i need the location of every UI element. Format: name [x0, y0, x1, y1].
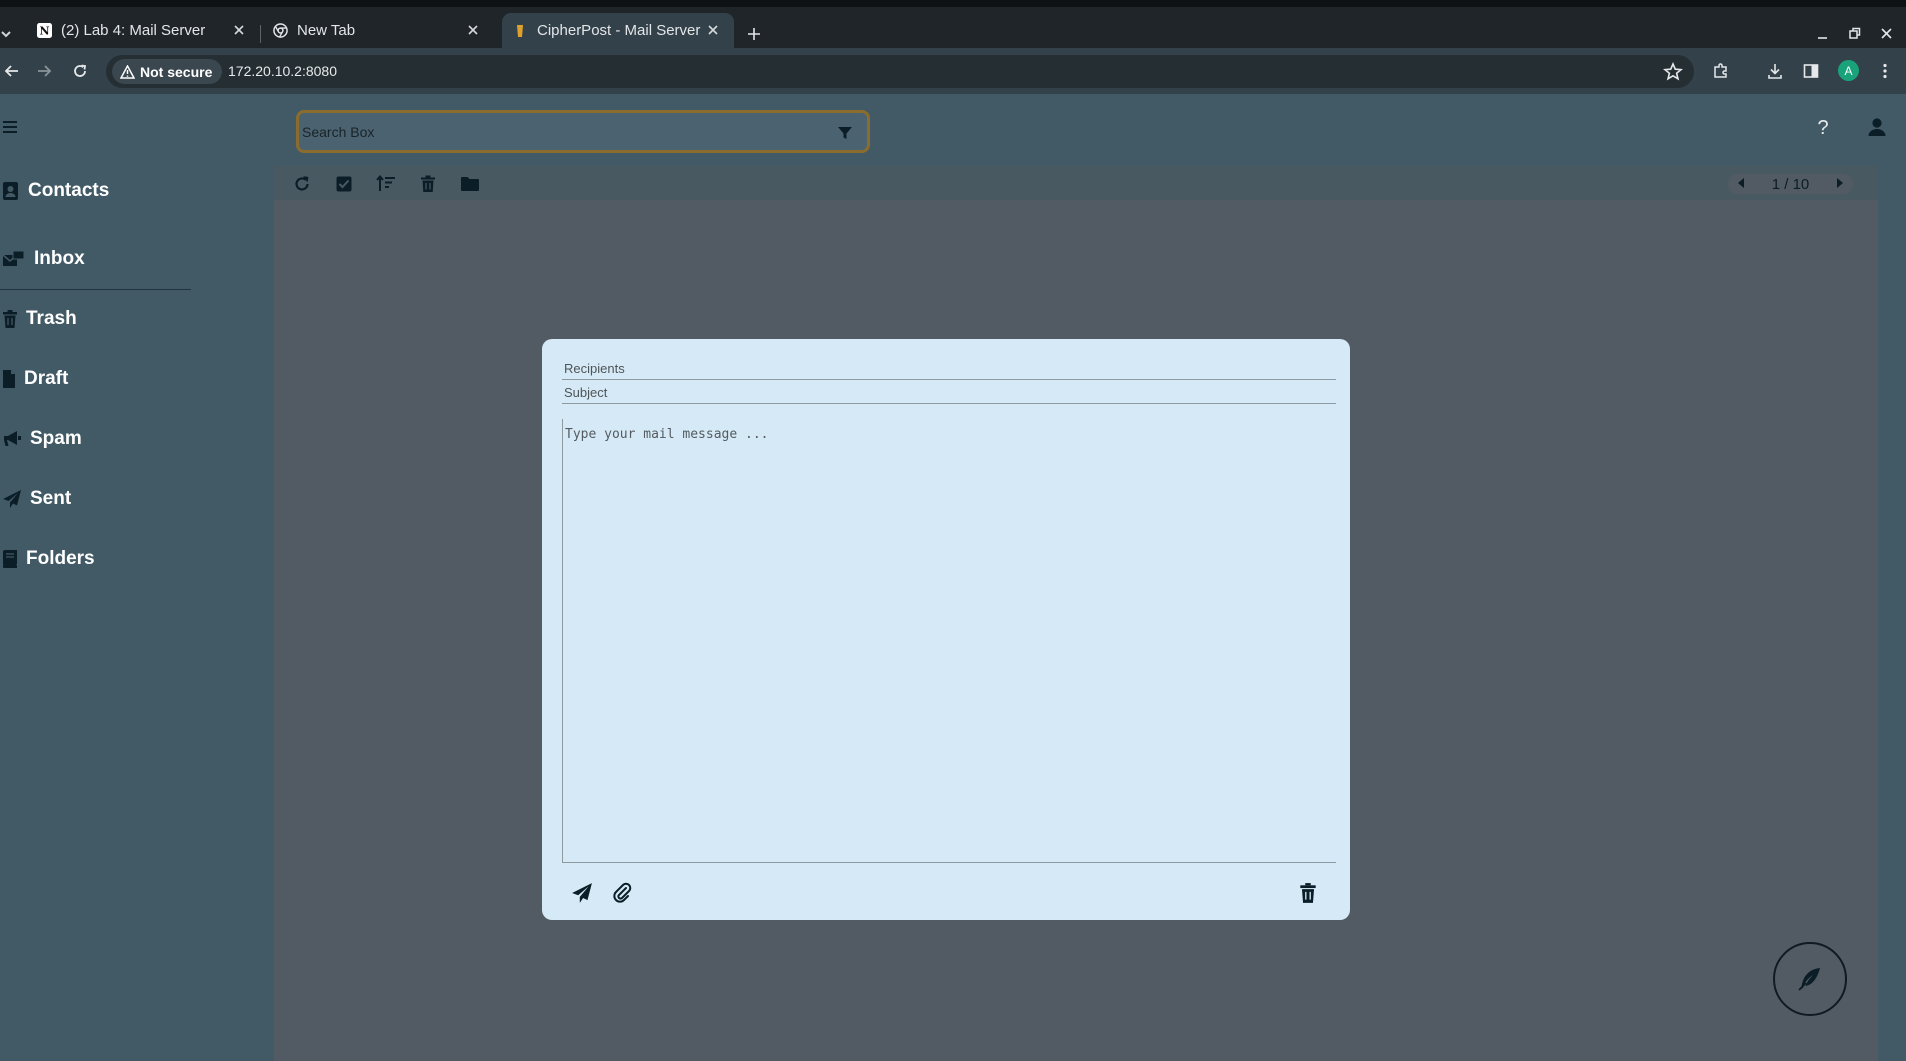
paper-plane-icon — [3, 490, 21, 508]
filter-funnel-icon[interactable] — [837, 125, 853, 141]
sidebar-item-label: Sent — [30, 488, 72, 509]
bookmark-star-icon[interactable] — [1662, 61, 1684, 83]
close-tab-icon[interactable] — [230, 20, 248, 40]
sidebar-item-spam[interactable]: Spam — [2, 424, 82, 454]
security-indicator[interactable]: Not secure — [112, 59, 223, 84]
sidebar-item-draft[interactable]: Draft — [2, 364, 68, 394]
reload-icon[interactable] — [68, 60, 92, 82]
close-tab-icon[interactable] — [704, 20, 722, 40]
refresh-icon[interactable] — [292, 174, 312, 194]
window-top-strip — [0, 0, 1906, 7]
megaphone-icon — [4, 431, 21, 446]
sidebar-item-label: Folders — [26, 548, 95, 569]
notion-icon: N — [36, 23, 52, 39]
chrome-icon — [272, 23, 288, 39]
page-indicator: 1 / 10 — [1771, 175, 1810, 193]
sidebar-item-label: Inbox — [34, 248, 85, 269]
book-icon — [3, 550, 17, 568]
subject-input[interactable] — [562, 382, 1336, 404]
window-close-icon[interactable] — [1876, 24, 1898, 44]
sidebar-item-inbox[interactable]: Inbox — [2, 244, 85, 274]
mail-toolbar: 1 / 10 — [274, 166, 1878, 200]
tab-separator — [260, 25, 261, 43]
sidebar-item-trash[interactable]: Trash — [2, 304, 77, 334]
tab-title: New Tab — [297, 22, 356, 39]
sidebar-divider — [0, 289, 191, 290]
tab-lab4[interactable]: N (2) Lab 4: Mail Server — [24, 13, 260, 48]
contacts-icon — [3, 182, 18, 200]
next-page-icon[interactable] — [1835, 176, 1845, 193]
new-tab-plus-icon[interactable] — [744, 21, 764, 47]
sort-icon[interactable] — [376, 174, 396, 194]
discard-trash-icon — [1300, 883, 1316, 903]
sidebar-item-label: Trash — [26, 308, 77, 329]
side-panel-icon[interactable] — [1800, 60, 1822, 82]
send-button[interactable] — [570, 881, 594, 905]
restore-icon[interactable] — [1844, 24, 1866, 44]
delete-trash-icon[interactable] — [418, 174, 438, 194]
trash-icon — [3, 310, 17, 328]
svg-text:N: N — [39, 25, 49, 38]
forward-arrow-icon[interactable] — [32, 60, 56, 82]
draft-icon — [3, 370, 15, 388]
search-input[interactable] — [299, 113, 822, 150]
mail-app: ? Contacts Inbox Trash Draft Spam Sent — [0, 94, 1906, 1061]
recipients-input[interactable] — [562, 358, 1336, 380]
prev-page-icon[interactable] — [1736, 176, 1746, 193]
kebab-menu-icon[interactable] — [1874, 60, 1896, 82]
profile-avatar[interactable]: A — [1838, 60, 1859, 81]
select-all-checkbox-icon[interactable] — [334, 174, 354, 194]
help-question-icon[interactable]: ? — [1814, 116, 1832, 140]
discard-button[interactable] — [1296, 881, 1320, 905]
feather-pen-icon — [1798, 968, 1820, 991]
back-arrow-icon[interactable] — [0, 60, 24, 82]
sidebar-item-label: Draft — [24, 368, 69, 389]
message-body-textarea[interactable] — [562, 419, 1336, 863]
browser-toolbar: Not secure 172.20.10.2:8080 A — [0, 48, 1906, 94]
tab-strip: N (2) Lab 4: Mail Server New Tab CipherP… — [0, 7, 1906, 48]
tab-title: CipherPost - Mail Server — [537, 22, 701, 39]
tab-search-chevron-icon[interactable] — [0, 21, 14, 47]
send-paper-plane-icon — [572, 883, 592, 903]
paperclip-icon — [613, 882, 632, 903]
sidebar-item-label: Contacts — [28, 180, 110, 201]
user-account-icon[interactable] — [1866, 116, 1888, 138]
tab-new-tab[interactable]: New Tab — [262, 13, 494, 48]
download-icon[interactable] — [1764, 60, 1786, 82]
compose-fab-button[interactable] — [1773, 942, 1847, 1016]
move-to-folder-icon[interactable] — [460, 174, 480, 194]
security-label: Not secure — [140, 63, 213, 80]
search-box[interactable] — [296, 110, 870, 153]
url-text[interactable]: 172.20.10.2:8080 — [228, 63, 337, 79]
sidebar-item-folders[interactable]: Folders — [2, 544, 95, 574]
pagination: 1 / 10 — [1728, 174, 1853, 194]
sidebar-item-contacts[interactable]: Contacts — [2, 176, 109, 206]
address-bar[interactable]: Not secure 172.20.10.2:8080 — [106, 55, 1694, 88]
tab-title: (2) Lab 4: Mail Server — [61, 22, 206, 39]
attach-button[interactable] — [610, 881, 634, 905]
warning-triangle-icon — [120, 64, 135, 79]
minimize-icon[interactable] — [1812, 24, 1834, 44]
inbox-icon — [2, 250, 25, 266]
extensions-puzzle-icon[interactable] — [1710, 60, 1732, 82]
mail-server-favicon — [512, 23, 528, 39]
compose-dialog — [542, 339, 1350, 920]
tab-cipherpost[interactable]: CipherPost - Mail Server — [502, 13, 734, 48]
sidebar-item-sent[interactable]: Sent — [2, 484, 71, 514]
close-tab-icon[interactable] — [464, 20, 482, 40]
hamburger-menu-icon[interactable] — [2, 119, 18, 135]
sidebar-item-label: Spam — [30, 428, 82, 449]
